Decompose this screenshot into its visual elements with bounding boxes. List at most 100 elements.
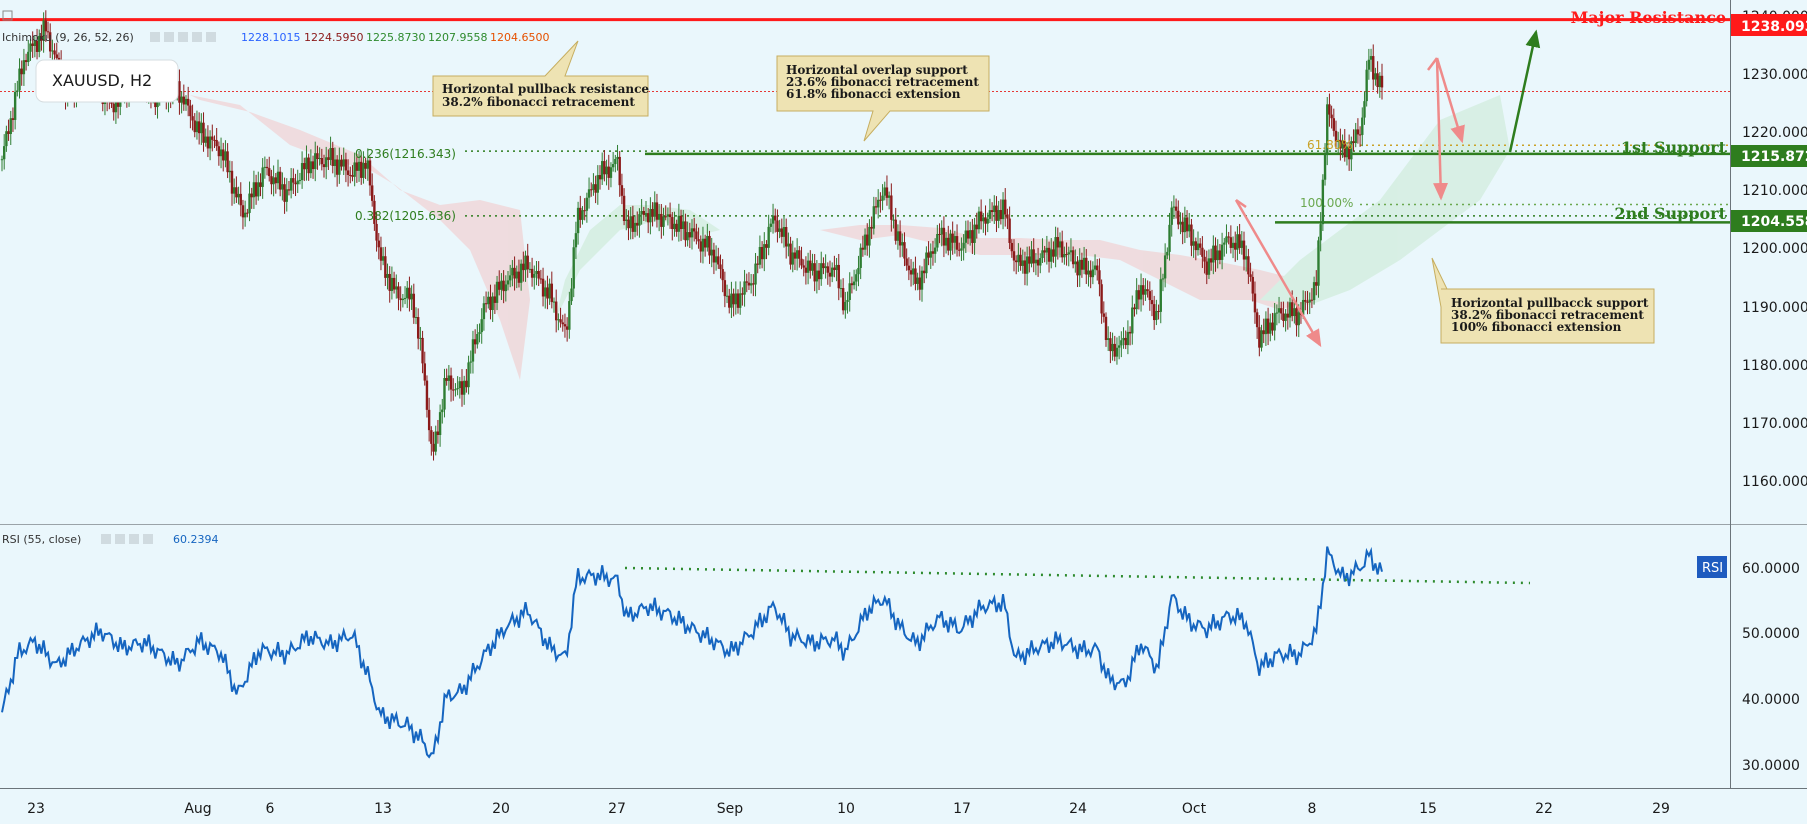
candle-body: [734, 293, 738, 305]
candle-body: [217, 146, 221, 157]
candle-body: [581, 210, 584, 220]
candle-body: [355, 162, 359, 171]
candle-body: [550, 283, 554, 303]
candle-body: [986, 218, 989, 224]
candle-body: [498, 281, 501, 290]
candle-body: [837, 264, 840, 289]
candle-body: [1087, 270, 1090, 275]
svg-text:1238.093: 1238.093: [1741, 19, 1807, 35]
candle-body: [462, 380, 466, 395]
candle-body: [230, 170, 234, 194]
candle-body: [495, 281, 499, 303]
candle-body: [598, 175, 602, 180]
candle-body: [826, 266, 830, 273]
candle-body: [1100, 284, 1103, 314]
candle-body: [366, 160, 370, 169]
candle-body: [480, 319, 483, 333]
candle-body: [311, 161, 315, 170]
rsi-label[interactable]: RSI (55, close): [2, 533, 81, 546]
candle-body: [936, 234, 939, 248]
candle-body: [587, 189, 591, 198]
ichimoku-value-chikou: 1225.8730: [366, 31, 426, 44]
date-tick: 27: [608, 801, 626, 817]
candle-body: [554, 301, 558, 321]
candle-body: [782, 227, 786, 237]
candle-body: [1310, 299, 1314, 301]
candle-body: [920, 270, 924, 290]
candle-body: [1025, 256, 1029, 274]
ichimoku-label[interactable]: Ichimoku (9, 26, 52, 26): [2, 31, 134, 44]
candle-body: [1120, 340, 1123, 346]
candle-body: [491, 296, 494, 311]
candle-body: [180, 96, 183, 103]
ichimoku-value-tenkan: 1228.1015: [241, 31, 301, 44]
candle-body: [622, 195, 626, 221]
candle-body: [195, 121, 199, 133]
date-tick: 22: [1535, 801, 1553, 817]
candle-body: [1065, 254, 1068, 256]
candle-body: [671, 217, 674, 230]
candle-body: [922, 270, 926, 274]
candle-body: [434, 431, 437, 452]
candle-body: [1131, 307, 1134, 334]
candle-body: [281, 184, 284, 190]
candle-body: [1218, 250, 1222, 260]
candle-body: [1122, 337, 1125, 341]
candle-body: [903, 242, 906, 259]
price-axis[interactable]: 1160.000 1170.000 1180.000 1190.000 1200…: [1742, 9, 1807, 490]
candle-body: [368, 160, 372, 186]
candle-body: [1220, 244, 1224, 260]
candle-body: [416, 317, 420, 339]
candle-body: [1010, 242, 1014, 252]
candle-body: [611, 164, 615, 168]
candle-body: [484, 303, 488, 305]
candle-body: [868, 226, 871, 246]
candle-body: [44, 20, 48, 32]
candle-body: [638, 214, 641, 226]
candle-body: [1019, 254, 1022, 266]
candle-body: [252, 182, 256, 198]
candle-body: [228, 170, 232, 173]
candle-body: [473, 339, 477, 345]
candle-body: [1223, 242, 1226, 245]
candle-body: [1372, 56, 1375, 80]
candle-body: [340, 159, 343, 167]
ichimoku-value-span-a: 1207.9558: [428, 31, 488, 44]
candle-body: [774, 215, 777, 221]
candle-body: [712, 249, 716, 263]
candle-body: [353, 162, 356, 177]
candle-body: [1155, 311, 1158, 321]
date-tick: 10: [837, 801, 855, 817]
candle-body: [419, 337, 422, 339]
candle-body: [533, 273, 536, 278]
candle-body: [1293, 308, 1296, 317]
candle-body: [686, 232, 689, 241]
candle-body: [1253, 293, 1257, 313]
date-tick: 29: [1652, 801, 1670, 817]
candle-body: [971, 230, 974, 243]
date-axis[interactable]: 23 Aug 6 13 20 27 Sep 10 17 24 Oct 8 15 …: [27, 801, 1670, 817]
candle-body: [331, 148, 334, 166]
rsi-badge: RSI: [1697, 556, 1727, 578]
candle-body: [651, 208, 654, 217]
candle-body: [714, 256, 718, 263]
candle-body: [1113, 343, 1116, 357]
rsi-value: 60.2394: [173, 533, 219, 546]
candle-body: [1148, 291, 1152, 301]
candle-body: [511, 267, 514, 276]
price-chart[interactable]: Ichimoku (9, 26, 52, 26) 1228.1015 1224.…: [0, 0, 1807, 824]
candle-body: [335, 159, 339, 175]
candle-body: [200, 122, 203, 134]
candle-body: [850, 283, 854, 286]
candle-body: [1286, 313, 1290, 318]
candle-body: [296, 180, 299, 185]
ichimoku-legend-icons[interactable]: [150, 32, 216, 42]
candle-body: [708, 235, 711, 256]
candle-body: [1004, 199, 1007, 215]
rsi-tick: 30.0000: [1742, 758, 1800, 774]
candle-body: [1030, 249, 1033, 264]
candle-body: [182, 96, 186, 105]
candle-body: [1332, 118, 1336, 131]
symbol-box[interactable]: XAUUSD, H2: [35, 59, 179, 103]
candle-body: [1091, 269, 1095, 278]
